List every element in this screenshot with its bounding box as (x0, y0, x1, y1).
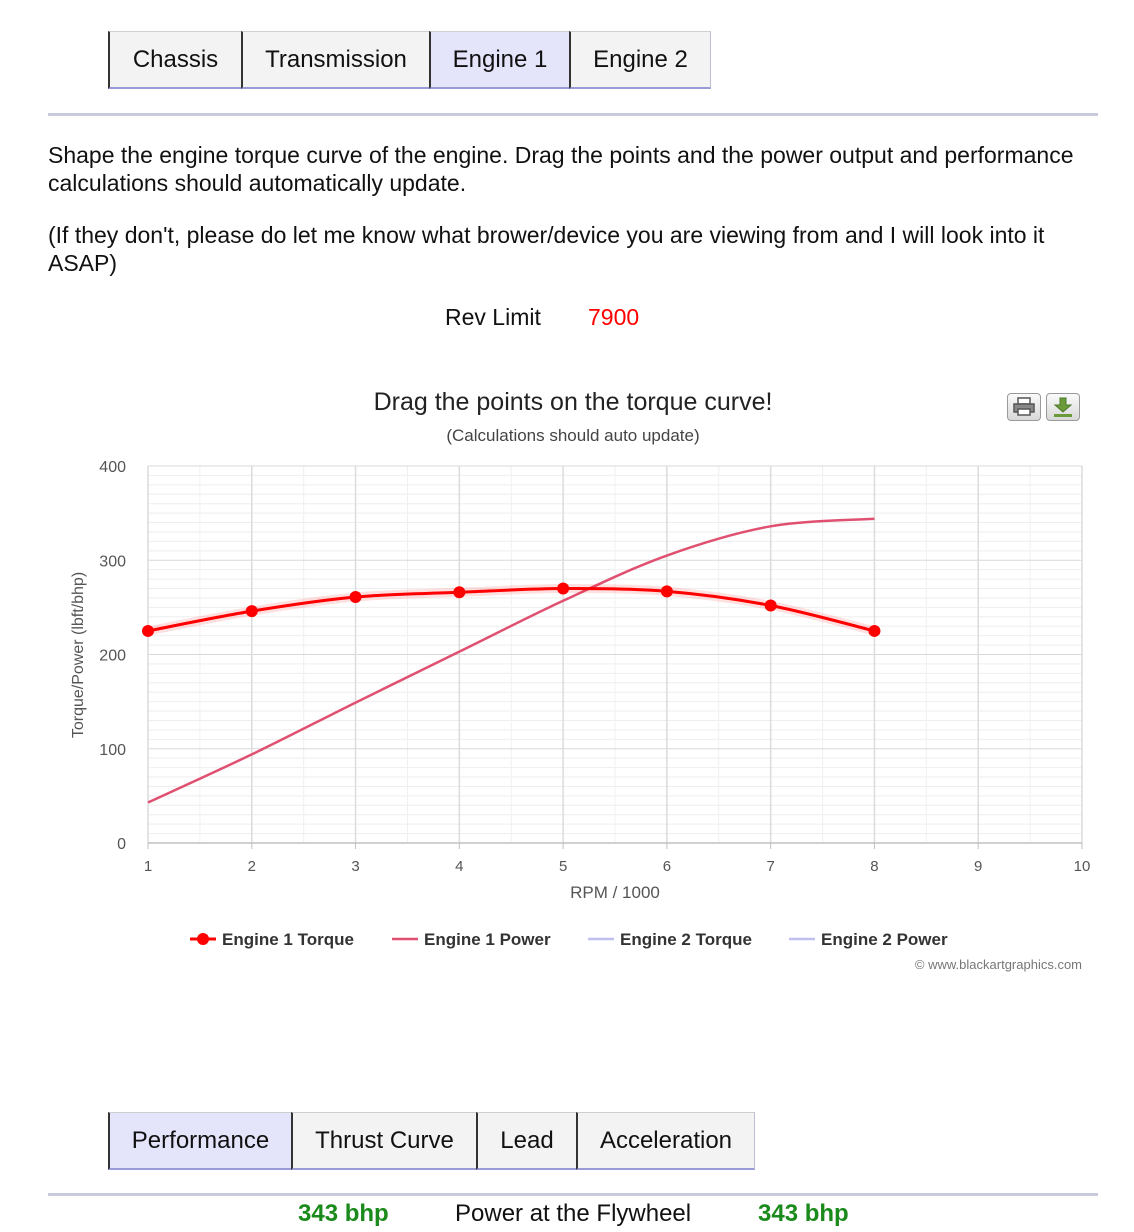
engine-1-torque-point[interactable] (245, 605, 258, 618)
bottom-divider (48, 1193, 1098, 1196)
engine-1-torque-point[interactable] (349, 591, 362, 604)
engine-1-torque-legend-marker (197, 933, 209, 945)
engine-1-torque-point[interactable] (557, 582, 570, 595)
torque-chart: 0 100 200 300 400 1 2 3 4 5 6 7 8 9 10 Engine 1 Torque… (70, 459, 1091, 972)
y-tick-label: 300 (99, 553, 126, 570)
x-tick-label: 3 (351, 858, 359, 875)
tab-thrust-curve[interactable]: Thrust Curve (291, 1112, 476, 1170)
x-tick-label: 4 (455, 858, 463, 875)
y-tick-label: 0 (117, 836, 126, 853)
x-tick-label: 10 (1074, 858, 1091, 875)
y-tick-label: 100 (99, 742, 126, 759)
x-tick-label: 6 (663, 858, 671, 875)
engine-1-torque-point[interactable] (660, 585, 673, 598)
engine2-power-value: 343 bhp (758, 1200, 849, 1227)
engine-1-power-legend-item[interactable]: Engine 1 Power (424, 930, 551, 949)
power-at-flywheel-label: Power at the Flywheel (455, 1200, 692, 1227)
bottom-tabbar: Performance Thrust Curve Lead Accelerati… (108, 1112, 755, 1170)
engine-1-torque-point[interactable] (868, 624, 881, 637)
x-tick-label: 7 (766, 858, 774, 875)
engine-1-torque-legend-item[interactable]: Engine 1 Torque (222, 930, 354, 949)
tab-lead[interactable]: Lead (476, 1112, 576, 1170)
engine-2-power-legend-item[interactable]: Engine 2 Power (821, 930, 948, 949)
x-tick-label: 8 (870, 858, 878, 875)
engine-1-torque-point[interactable] (142, 624, 154, 637)
y-axis-label: Torque/Power (lbft/bhp) (70, 572, 87, 738)
engine-1-torque-point[interactable] (764, 599, 777, 612)
x-tick-label: 1 (144, 858, 152, 875)
engine1-power-value: 343 bhp (298, 1200, 389, 1227)
chart-credit: © www.blackartgraphics.com (915, 957, 1082, 972)
x-tick-label: 9 (974, 858, 982, 875)
x-axis-label: RPM / 1000 (570, 883, 660, 902)
x-tick-label: 2 (248, 858, 256, 875)
y-tick-label: 400 (99, 459, 126, 476)
engine-1-torque-point[interactable] (453, 586, 466, 599)
y-tick-label: 200 (99, 648, 126, 665)
x-tick-label: 5 (559, 858, 567, 875)
tab-acceleration[interactable]: Acceleration (576, 1112, 755, 1170)
tab-performance[interactable]: Performance (108, 1112, 291, 1170)
engine-2-torque-legend-item[interactable]: Engine 2 Torque (620, 930, 752, 949)
